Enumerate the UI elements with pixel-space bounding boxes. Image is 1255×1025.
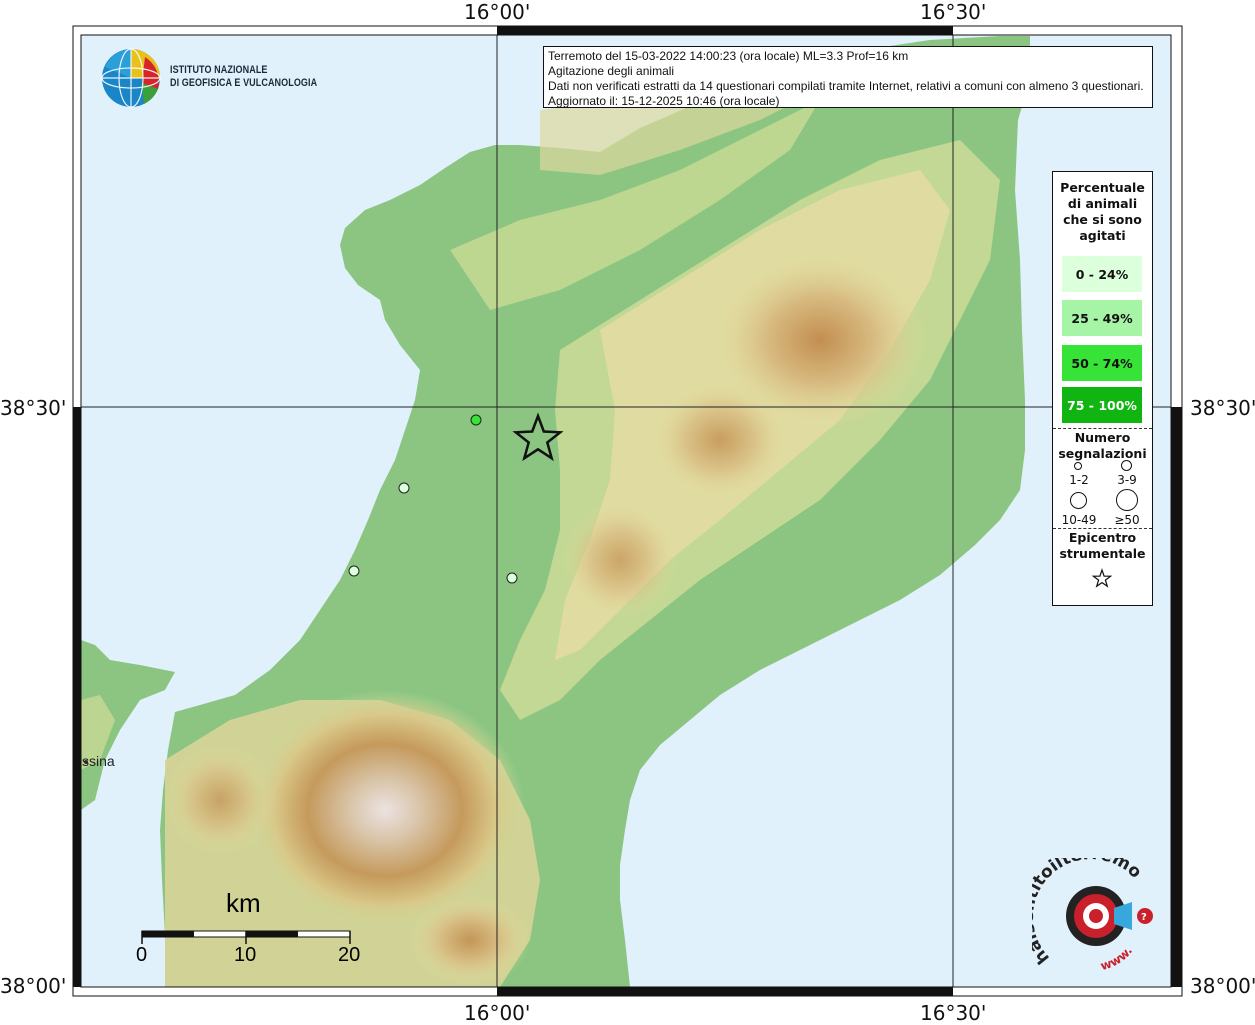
legend-divider [1053, 428, 1152, 429]
lat-label-right-bottom: 38°00' [1190, 974, 1255, 998]
size-label: 10-49 [1061, 513, 1097, 527]
haisentito-logo: haisentitoilterremoto.it www. ? [1032, 858, 1153, 973]
legend-star-icon [1091, 568, 1113, 588]
legend-category: 25 - 49% [1062, 300, 1142, 336]
legend-category: 50 - 74% [1062, 345, 1142, 381]
event-info-line: Terremoto del 15-03-2022 14:00:23 (ora l… [548, 49, 909, 63]
svg-text:?: ? [1141, 912, 1147, 923]
lon-label-top-left: 16°00' [464, 0, 531, 24]
legend-category: 75 - 100% [1062, 387, 1142, 423]
legend-category: 0 - 24% [1062, 256, 1142, 292]
ingv-name-line1: ISTITUTO NAZIONALE [170, 64, 268, 76]
lat-label-left-mid: 38°30' [0, 396, 67, 420]
size-circle-medium [1121, 460, 1132, 471]
observation-point [470, 414, 482, 426]
size-circle-xlarge [1116, 489, 1138, 511]
scale-tick-label: 10 [234, 944, 257, 966]
legend-epicenter-title: Epicentro strumentale [1059, 530, 1146, 561]
lon-label-bottom-left: 16°00' [464, 1001, 531, 1025]
observation-point [398, 482, 410, 494]
size-circle-large [1070, 492, 1087, 509]
ingv-globe-icon [101, 48, 161, 108]
size-label: 1-2 [1069, 473, 1089, 487]
legend-title: Percentuale di animali che si sono agita… [1060, 180, 1145, 243]
legend-divider [1053, 528, 1152, 529]
scale-tick-label: 0 [136, 944, 148, 966]
lon-label-top-right: 16°30' [920, 0, 987, 24]
event-info-line: Agitazione degli animali [548, 64, 675, 78]
size-label: ≥50 [1114, 513, 1140, 527]
legend-count-title: Numero segnalazioni [1058, 430, 1147, 461]
brand-url: www. [1099, 944, 1135, 973]
scale-tick-label: 20 [338, 944, 361, 966]
ingv-name: ISTITUTO NAZIONALE DI GEOFISICA E VULCAN… [170, 64, 317, 90]
town-label: ssina [82, 753, 115, 769]
legend: Percentuale di animali che si sono agita… [1052, 171, 1153, 606]
size-label: 3-9 [1117, 473, 1137, 487]
lat-label-left-bottom: 38°00' [0, 974, 67, 998]
svg-text:www.: www. [1099, 944, 1135, 973]
event-info-box: Terremoto del 15-03-2022 14:00:23 (ora l… [543, 46, 1153, 108]
scale-unit: km [226, 888, 261, 918]
lon-label-bottom-right: 16°30' [920, 1001, 987, 1025]
lat-label-right-mid: 38°30' [1190, 396, 1255, 420]
observation-point [506, 572, 518, 584]
ingv-name-line2: DI GEOFISICA E VULCANOLOGIA [170, 77, 318, 89]
event-info-line: Dati non verificati estratti da 14 quest… [548, 79, 1144, 93]
event-info-line: Aggiornato il: 15-12-2025 10:46 (ora loc… [548, 94, 780, 108]
size-circle-small [1074, 462, 1082, 470]
observation-point [348, 565, 360, 577]
